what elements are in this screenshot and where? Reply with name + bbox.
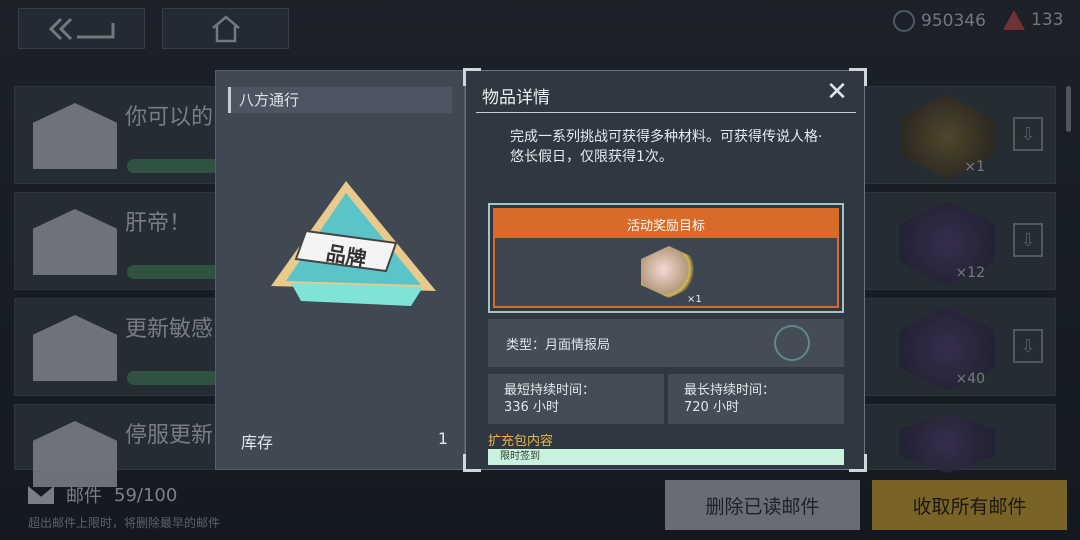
stock-label: 库存 <box>241 433 274 452</box>
item-name: 八方通行 <box>228 87 452 113</box>
reward-header: 活动奖励目标 <box>495 210 837 238</box>
min-duration-label: 最短持续时间： <box>504 383 596 398</box>
min-duration-box: 最短持续时间： 336 小时 <box>488 374 664 424</box>
stock-value: 1 <box>437 429 448 448</box>
frame-corner <box>849 68 867 86</box>
frame-corner <box>849 454 867 472</box>
character-reward-icon[interactable] <box>641 246 697 298</box>
close-icon[interactable]: ✕ <box>824 79 850 105</box>
expansion-item[interactable]: 限时签到 <box>488 449 844 465</box>
frame-corner <box>463 68 481 86</box>
brand-emblem-icon: 品牌 <box>271 181 436 306</box>
item-type-row: 类型：月面情报局 <box>488 319 844 367</box>
item-detail-panel: 物品详情 ✕ 完成一系列挑战可获得多种材料。可获得传说人格·悠长假日，仅限获得1… <box>463 68 867 472</box>
moon-globe-icon <box>774 325 810 361</box>
item-description: 完成一系列挑战可获得多种材料。可获得传说人格·悠长假日，仅限获得1次。 <box>510 129 823 165</box>
max-duration-box: 最长持续时间： 720 小时 <box>668 374 844 424</box>
max-duration-label: 最长持续时间： <box>684 383 776 398</box>
frame-corner <box>463 454 481 472</box>
item-preview-panel: 八方通行 品牌 库存 1 <box>215 70 465 470</box>
item-type: 类型：月面情报局 <box>506 337 611 353</box>
expansion-label: 扩充包内容 <box>488 434 554 449</box>
detail-title: 物品详情 <box>482 88 550 108</box>
max-duration-value: 720 小时 <box>684 400 739 415</box>
reward-count: ×1 <box>687 294 702 305</box>
reward-target-box: 活动奖励目标 ×1 <box>488 203 844 313</box>
min-duration-value: 336 小时 <box>504 400 559 415</box>
divider <box>476 112 856 113</box>
